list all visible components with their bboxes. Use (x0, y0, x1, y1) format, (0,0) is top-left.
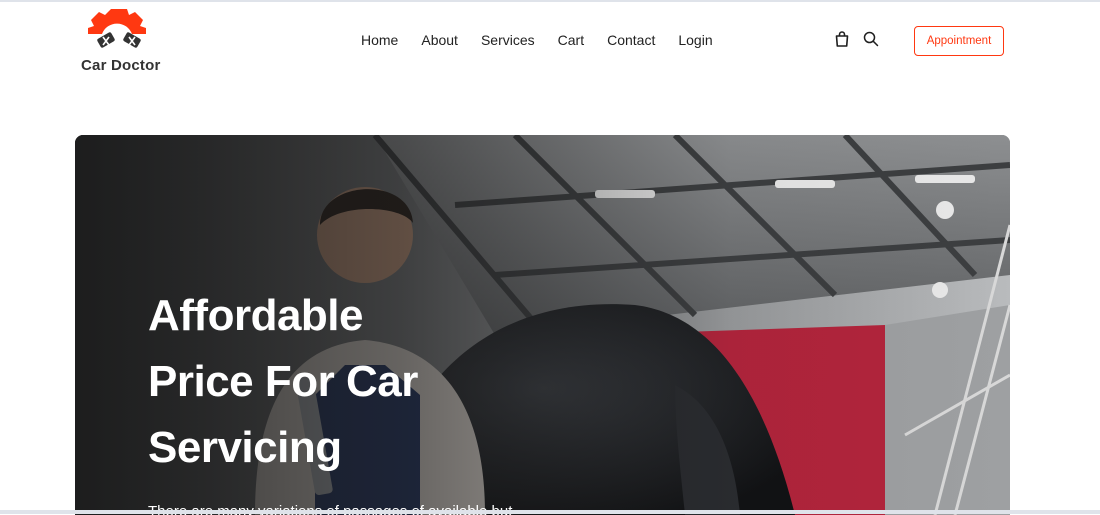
nav-about[interactable]: About (421, 32, 458, 48)
main-nav: Home About Services Cart Contact Login (361, 30, 713, 50)
hero-banner: Affordable Price For Car Servicing There… (75, 135, 1010, 515)
hero-title-line: Servicing (148, 423, 342, 472)
nav-login[interactable]: Login (678, 32, 712, 48)
search-icon[interactable] (862, 30, 880, 48)
hero-title: Affordable Price For Car Servicing (148, 283, 488, 481)
nav-services[interactable]: Services (481, 32, 535, 48)
hero-title-line: Price For Car (148, 357, 418, 406)
car-doctor-logo-icon (88, 9, 146, 48)
logo[interactable]: Car Doctor (80, 7, 160, 74)
brand-name: Car Doctor (81, 57, 161, 74)
hero-title-line: Affordable (148, 291, 364, 340)
nav-cart[interactable]: Cart (558, 32, 584, 48)
nav-contact[interactable]: Contact (607, 32, 655, 48)
nav-home[interactable]: Home (361, 32, 398, 48)
browser-bottom-edge (0, 510, 1100, 514)
shopping-bag-icon[interactable] (833, 30, 851, 48)
appointment-button[interactable]: Appointment (914, 26, 1004, 56)
navbar: Car Doctor Home About Services Cart Cont… (0, 2, 1100, 82)
